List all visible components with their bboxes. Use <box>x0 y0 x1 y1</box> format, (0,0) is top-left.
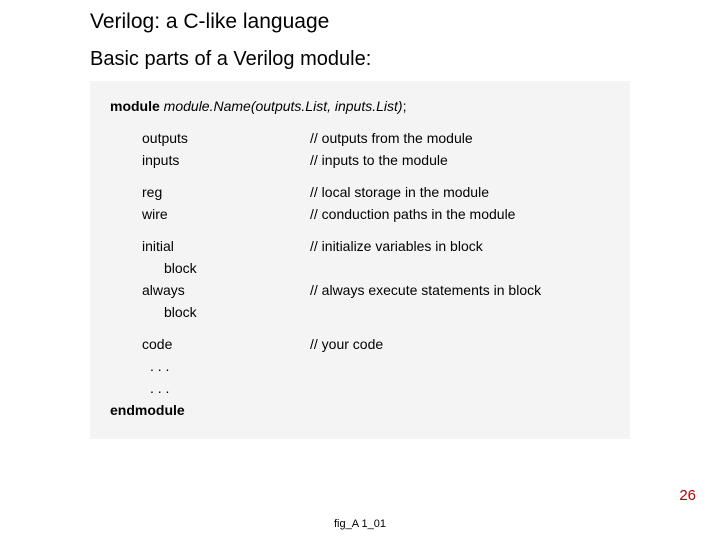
slide-content: Verilog: a C-like language Basic parts o… <box>0 0 720 439</box>
code-inputs: inputs // inputs to the module <box>110 153 610 171</box>
code-always: always // always execute statements in b… <box>110 283 610 301</box>
block1-text: block <box>110 261 310 279</box>
module-name: module.Name(outputs.List, inputs.List) <box>164 99 403 117</box>
code-wire: wire // conduction paths in the module <box>110 207 610 225</box>
code-keyword: code <box>110 337 310 355</box>
wire-comment: // conduction paths in the module <box>310 207 610 225</box>
code-block1: block <box>110 261 610 279</box>
slide-title: Verilog: a C-like language <box>90 10 630 34</box>
dots1: . . . <box>110 359 310 377</box>
code-comment: // your code <box>310 337 610 355</box>
block2-text: block <box>110 305 310 323</box>
code-initial: initial // initialize variables in block <box>110 239 610 257</box>
outputs-comment: // outputs from the module <box>310 131 610 149</box>
figure-label: fig_A 1_01 <box>0 518 720 530</box>
code-block2: block <box>110 305 610 323</box>
code-module-decl: module module.Name(outputs.List, inputs.… <box>110 99 610 117</box>
code-code: code // your code <box>110 337 610 355</box>
wire-keyword: wire <box>110 207 310 225</box>
code-dots2: . . . <box>110 381 610 399</box>
reg-comment: // local storage in the module <box>310 185 610 203</box>
slide-subtitle: Basic parts of a Verilog module: <box>90 48 630 71</box>
inputs-keyword: inputs <box>110 153 310 171</box>
code-diagram: module module.Name(outputs.List, inputs.… <box>90 81 630 439</box>
initial-comment: // initialize variables in block <box>310 239 610 257</box>
code-endmodule: endmodule <box>110 403 610 421</box>
code-outputs: outputs // outputs from the module <box>110 131 610 149</box>
page-number: 26 <box>679 487 696 504</box>
outputs-keyword: outputs <box>110 131 310 149</box>
endmodule-keyword: endmodule <box>110 403 185 421</box>
always-comment: // always execute statements in block <box>310 283 610 301</box>
initial-keyword: initial <box>110 239 310 257</box>
reg-keyword: reg <box>110 185 310 203</box>
module-keyword: module <box>110 99 160 117</box>
always-keyword: always <box>110 283 310 301</box>
code-reg: reg // local storage in the module <box>110 185 610 203</box>
code-dots1: . . . <box>110 359 610 377</box>
inputs-comment: // inputs to the module <box>310 153 610 171</box>
dots2: . . . <box>110 381 310 399</box>
semicolon: ; <box>403 99 407 117</box>
